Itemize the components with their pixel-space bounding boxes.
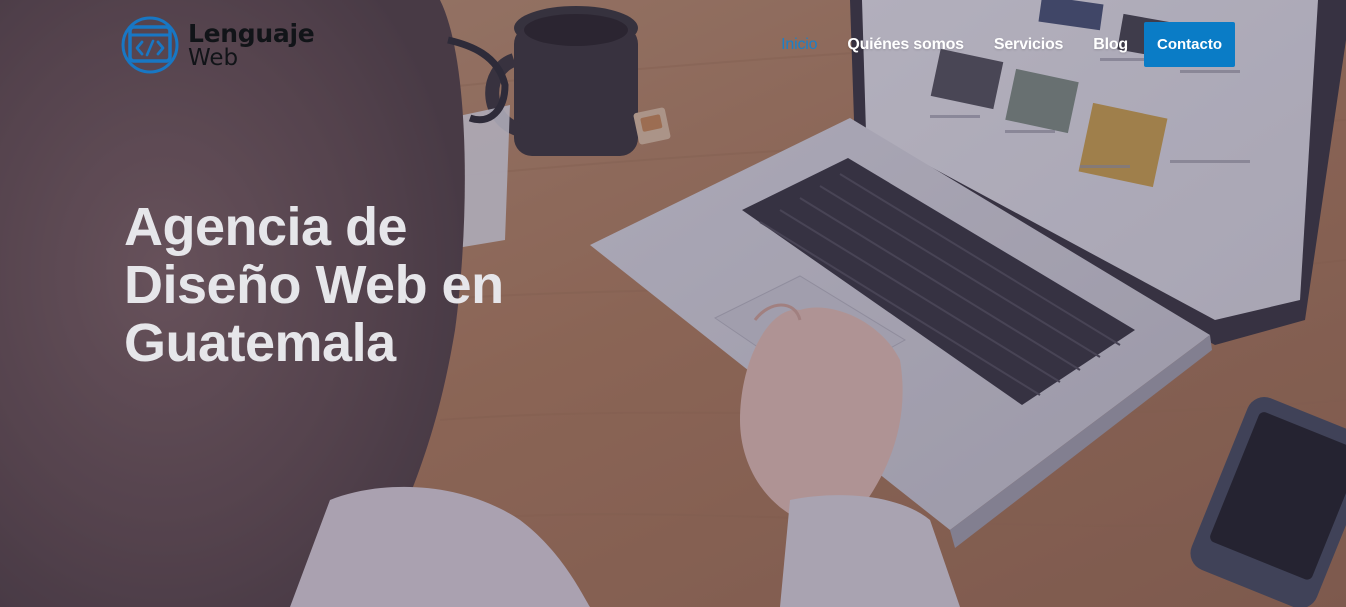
nav-item-quienes-somos[interactable]: Quiénes somos	[847, 36, 964, 54]
hero-title-line1: Agencia de	[124, 197, 408, 257]
brand-logo-link[interactable]: Lenguaje Web	[120, 15, 315, 75]
contact-button[interactable]: Contacto	[1144, 22, 1235, 67]
nav-item-servicios[interactable]: Servicios	[994, 36, 1064, 54]
nav-item-blog[interactable]: Blog	[1093, 36, 1128, 54]
code-brackets-logo-icon	[121, 16, 179, 74]
hero-title: Agencia de Diseño Web en Guatemala	[124, 198, 564, 372]
brand-name-line1: Lenguaje	[188, 18, 315, 48]
nav-item-inicio[interactable]: Inicio	[781, 36, 817, 54]
main-navigation: Inicio Quiénes somos Servicios Blog Cont…	[781, 22, 1235, 67]
brand-wordmark: Lenguaje Web	[188, 18, 315, 71]
hero-title-line2: Diseño Web en	[124, 255, 504, 315]
hero-title-line3: Guatemala	[124, 313, 396, 373]
brand-name-line2: Web	[188, 44, 239, 71]
site-header: Lenguaje Web Inicio Quiénes somos Servic…	[0, 0, 1346, 90]
hero-section: Lenguaje Web Inicio Quiénes somos Servic…	[0, 0, 1346, 607]
